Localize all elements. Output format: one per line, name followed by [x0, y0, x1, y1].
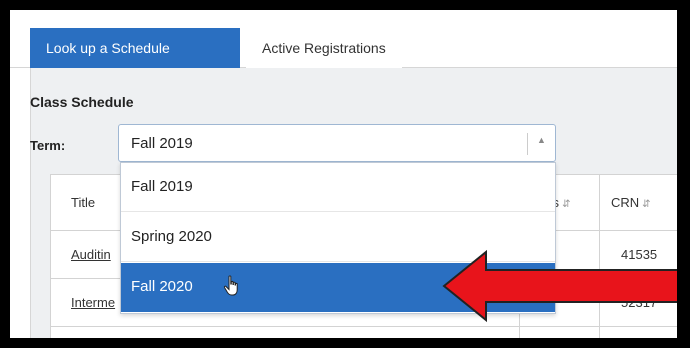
- tab-bar: Look up a Schedule Active Registrations: [10, 28, 680, 68]
- tab-look-up-schedule[interactable]: Look up a Schedule: [30, 28, 240, 68]
- term-selected-value: Fall 2019: [131, 135, 193, 152]
- chevron-up-icon[interactable]: ▲: [537, 135, 546, 145]
- header-title[interactable]: Title: [71, 195, 95, 210]
- red-arrow-annotation: [442, 249, 680, 323]
- sort-icon[interactable]: ⇵: [562, 199, 570, 210]
- right-edge-bar: [677, 0, 690, 348]
- header-crn[interactable]: CRN ⇵: [611, 195, 651, 210]
- term-select[interactable]: Fall 2019 ▲: [118, 124, 556, 162]
- screenshot-frame: Look up a Schedule Active Registrations …: [10, 10, 680, 338]
- hand-pointer-icon: [223, 275, 238, 296]
- course-title-link[interactable]: Interme: [71, 295, 115, 310]
- tab-active-registrations[interactable]: Active Registrations: [246, 28, 402, 68]
- course-title-link[interactable]: Auditin: [71, 247, 111, 262]
- sort-icon[interactable]: ⇵: [642, 199, 650, 210]
- term-option-fall-2019[interactable]: Fall 2019: [121, 163, 555, 212]
- term-label: Term:: [30, 138, 66, 153]
- section-title: Class Schedule: [30, 94, 134, 110]
- select-divider: [527, 133, 528, 155]
